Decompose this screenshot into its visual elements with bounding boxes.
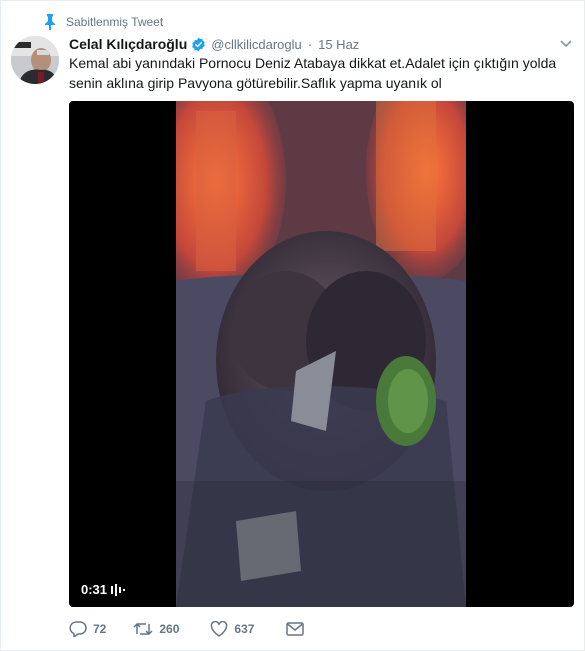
separator-dot: · [307, 36, 313, 52]
video-player[interactable]: 0:31 [69, 101, 574, 607]
reply-icon [69, 621, 87, 637]
avatar[interactable] [11, 36, 59, 84]
volume-icon[interactable] [111, 583, 126, 596]
direct-message-button[interactable] [286, 622, 305, 636]
chevron-down-icon[interactable] [560, 39, 572, 49]
pinned-label: Sabitlenmiş Tweet [66, 15, 164, 29]
verified-badge-icon [192, 37, 205, 51]
tweet-timestamp[interactable]: 15 Haz [318, 37, 359, 52]
pin-icon [45, 14, 55, 30]
reply-button[interactable]: 72 [69, 621, 106, 637]
duration-label: 0:31 [81, 582, 108, 597]
tweet-text-line: senin aklına girip Pavyona götürebilir.S… [69, 75, 442, 91]
tweet-text: Kemal abi yanındaki Pornocu Deniz Atabay… [69, 53, 574, 93]
like-button[interactable]: 637 [210, 621, 254, 637]
heart-icon [211, 621, 228, 637]
video-frame [176, 101, 466, 607]
retweet-icon [133, 622, 153, 636]
retweet-count: 260 [159, 622, 180, 636]
tweet-actions: 72 260 637 [69, 619, 305, 639]
envelope-icon [286, 622, 305, 636]
author-fullname[interactable]: Celal Kılıçdaroğlu [69, 36, 187, 52]
tweet-header: Celal Kılıçdaroğlu @cllkilicdaroglu · 15… [69, 35, 359, 53]
like-count: 637 [234, 622, 255, 636]
avatar-image [11, 36, 59, 84]
tweet-text-line: Kemal abi yanındaki Pornocu Deniz Atabay… [69, 55, 557, 71]
video-duration: 0:31 [81, 582, 126, 597]
retweet-button[interactable]: 260 [133, 621, 179, 637]
video-thumbnail [176, 101, 466, 607]
pinned-indicator: Sabitlenmiş Tweet [44, 13, 163, 31]
reply-count: 72 [93, 622, 107, 636]
tweet-card[interactable]: Sabitlenmiş Tweet Celal Kılıçdaroğlu @cl… [0, 0, 585, 651]
author-username[interactable]: @cllkilicdaroglu [211, 37, 302, 52]
